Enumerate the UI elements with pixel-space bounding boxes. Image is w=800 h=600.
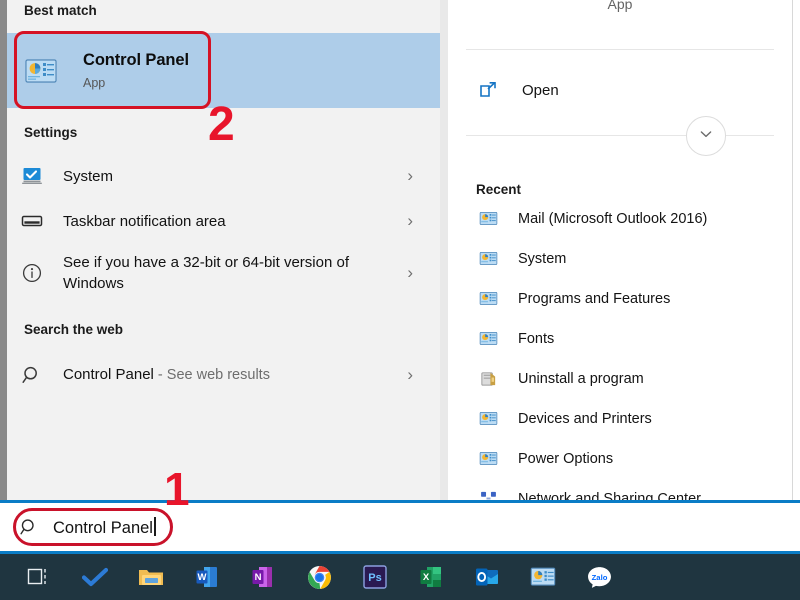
best-match-title: Control Panel xyxy=(83,51,189,69)
settings-item-bit-version[interactable]: See if you have a 32-bit or 64-bit versi… xyxy=(7,248,440,298)
open-label: Open xyxy=(522,81,559,99)
recent-item-label: Devices and Printers xyxy=(518,410,652,427)
uninstall-program-icon xyxy=(478,369,498,389)
settings-item-taskbar-notification-area[interactable]: Taskbar notification area › xyxy=(7,202,440,240)
excel-icon[interactable]: X xyxy=(418,564,444,590)
start-menu-search-screen: Best match Settings Search the web Contr… xyxy=(0,0,800,600)
recent-item-programs-and-features[interactable]: Programs and Features xyxy=(448,282,792,315)
task-view-icon[interactable] xyxy=(26,564,52,590)
open-external-icon xyxy=(478,80,498,100)
chevron-right-icon: › xyxy=(407,263,413,282)
control-panel-icon xyxy=(478,209,498,229)
control-panel-icon[interactable] xyxy=(530,564,556,590)
web-result-control-panel[interactable]: Control Panel - See web results › xyxy=(7,356,440,394)
web-result-label: Control Panel - See web results xyxy=(63,364,407,386)
text-caret xyxy=(153,516,156,536)
search-input[interactable]: Control Panel xyxy=(0,500,800,554)
web-result-suffix: - See web results xyxy=(153,367,270,383)
recent-item-uninstall-a-program[interactable]: Uninstall a program xyxy=(448,362,792,395)
svg-text:W: W xyxy=(198,572,207,583)
best-match-texts: Control Panel App xyxy=(83,51,189,90)
open-action-button[interactable]: Open xyxy=(448,70,792,110)
taskbar-items: W N Ps X Zalo xyxy=(0,554,800,600)
microsoft-todo-icon[interactable] xyxy=(82,564,108,590)
app-type-label: App xyxy=(607,0,633,12)
settings-item-label: Taskbar notification area xyxy=(63,212,226,230)
chevron-right-icon: › xyxy=(407,166,413,185)
best-match-subtitle: App xyxy=(83,76,106,90)
annotation-number-1: 1 xyxy=(164,463,190,515)
left-edge-strip xyxy=(0,0,7,500)
settings-heading: Settings xyxy=(24,125,78,140)
svg-text:Zalo: Zalo xyxy=(591,573,607,582)
pane-divider xyxy=(440,0,448,500)
detail-divider-bottom xyxy=(466,135,774,136)
recent-item-network-and-sharing-center[interactable]: Network and Sharing Center xyxy=(448,482,792,500)
recent-item-label: Fonts xyxy=(518,330,555,347)
right-edge-strip xyxy=(792,0,800,500)
recent-item-system[interactable]: System xyxy=(448,242,792,275)
taskbar-icon xyxy=(20,209,44,233)
web-result-query: Control Panel xyxy=(63,366,154,383)
recent-item-devices-and-printers[interactable]: Devices and Printers xyxy=(448,402,792,435)
search-input-value: Control Panel xyxy=(53,516,156,538)
svg-text:N: N xyxy=(255,572,262,583)
search-the-web-heading: Search the web xyxy=(24,322,124,337)
control-panel-icon xyxy=(478,329,498,349)
control-panel-icon xyxy=(478,449,498,469)
app-detail-pane: App Open Recent Mail (Microsoft Outlook … xyxy=(448,0,792,500)
recent-item-power-options[interactable]: Power Options xyxy=(448,442,792,475)
monitor-check-icon xyxy=(20,164,44,188)
file-explorer-icon[interactable] xyxy=(138,564,164,590)
svg-text:X: X xyxy=(423,572,430,583)
chevron-down-icon xyxy=(698,126,714,147)
word-icon[interactable]: W xyxy=(194,564,220,590)
settings-item-label: See if you have a 32-bit or 64-bit versi… xyxy=(63,254,349,292)
control-panel-icon xyxy=(478,289,498,309)
recent-item-mail[interactable]: Mail (Microsoft Outlook 2016) xyxy=(448,202,792,235)
svg-text:Ps: Ps xyxy=(368,572,381,584)
recent-item-fonts[interactable]: Fonts xyxy=(448,322,792,355)
search-icon xyxy=(19,517,39,537)
settings-item-label: System xyxy=(63,167,114,185)
taskbar: W N Ps X Zalo xyxy=(0,554,800,600)
control-panel-icon xyxy=(478,249,498,269)
control-panel-icon xyxy=(478,409,498,429)
search-icon xyxy=(20,363,44,387)
detail-divider-top xyxy=(466,49,774,50)
recent-item-label: Network and Sharing Center xyxy=(518,490,701,501)
info-circle-icon xyxy=(20,261,44,285)
chrome-icon[interactable] xyxy=(306,564,332,590)
recent-item-label: Power Options xyxy=(518,450,614,467)
recent-item-label: System xyxy=(518,250,567,267)
recent-item-label: Uninstall a program xyxy=(518,370,644,387)
photoshop-icon[interactable]: Ps xyxy=(362,564,388,590)
zalo-icon[interactable]: Zalo xyxy=(586,564,612,590)
outlook-icon[interactable] xyxy=(474,564,500,590)
annotation-number-2: 2 xyxy=(208,98,235,151)
expand-more-button[interactable] xyxy=(686,116,726,156)
network-sharing-icon xyxy=(478,489,498,501)
best-match-heading: Best match xyxy=(24,3,97,18)
settings-item-system[interactable]: System › xyxy=(7,157,440,195)
recent-item-label: Programs and Features xyxy=(518,290,671,307)
control-panel-icon xyxy=(24,54,58,88)
recent-item-label: Mail (Microsoft Outlook 2016) xyxy=(518,210,708,227)
best-match-control-panel[interactable]: Control Panel App xyxy=(7,33,440,108)
chevron-right-icon: › xyxy=(407,365,413,384)
chevron-right-icon: › xyxy=(407,211,413,230)
onenote-icon[interactable]: N xyxy=(250,564,276,590)
recent-heading: Recent xyxy=(476,182,522,197)
